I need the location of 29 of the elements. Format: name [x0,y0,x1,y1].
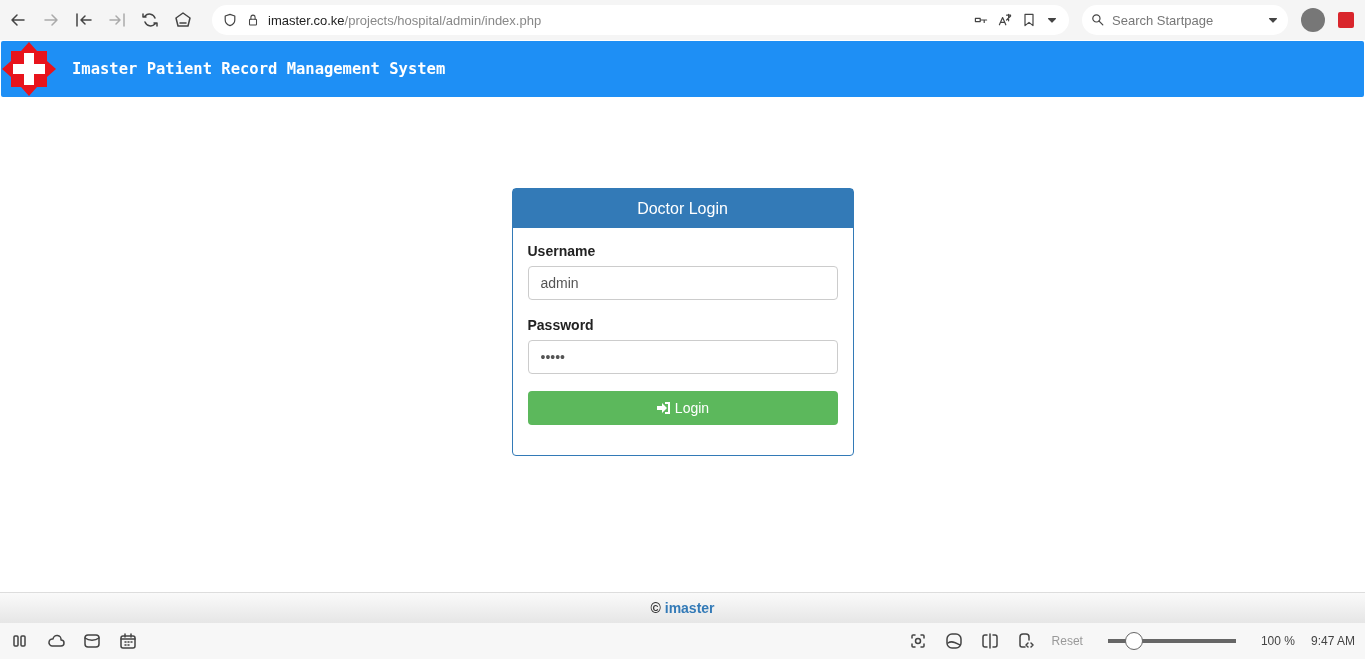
copyright-symbol: © [650,600,661,616]
field-label: Username [527,243,597,259]
panel-heading: Doctor Login [512,189,853,228]
bookmark-icon[interactable] [1021,12,1037,28]
lock-icon[interactable] [246,13,260,27]
translate-icon[interactable] [997,12,1013,28]
reload-icon[interactable] [140,10,160,30]
home-icon[interactable] [173,10,193,30]
input-field[interactable]: admin [527,266,838,300]
reset-button[interactable]: Reset [1051,634,1083,648]
cross-logo [1,41,57,97]
profile-avatar[interactable] [1301,8,1325,32]
search-icon[interactable] [1090,12,1106,28]
input-field[interactable]: ••••• [527,340,838,374]
sign-in-icon [655,401,672,415]
mail-icon[interactable] [82,631,102,651]
shield-icon[interactable] [222,12,238,28]
rewind-icon[interactable] [74,10,94,30]
field-label: Password [527,317,595,333]
zoom-reading: 100 % [1260,634,1295,648]
clock-time: 9:47 AM [1310,634,1355,648]
footer-link[interactable]: imaster [664,600,715,616]
tiling-icon[interactable] [979,631,1000,651]
address-field[interactable]: imaster.co.ke/projects/hospital/admin/index.php [268,12,542,28]
page-title: Imaster Patient Record Management System [72,60,446,78]
search-field[interactable]: Search Startpage [1082,5,1288,35]
calendar-icon[interactable] [118,631,138,651]
login-button[interactable]: Login [527,391,838,425]
image-icon[interactable] [943,631,964,651]
